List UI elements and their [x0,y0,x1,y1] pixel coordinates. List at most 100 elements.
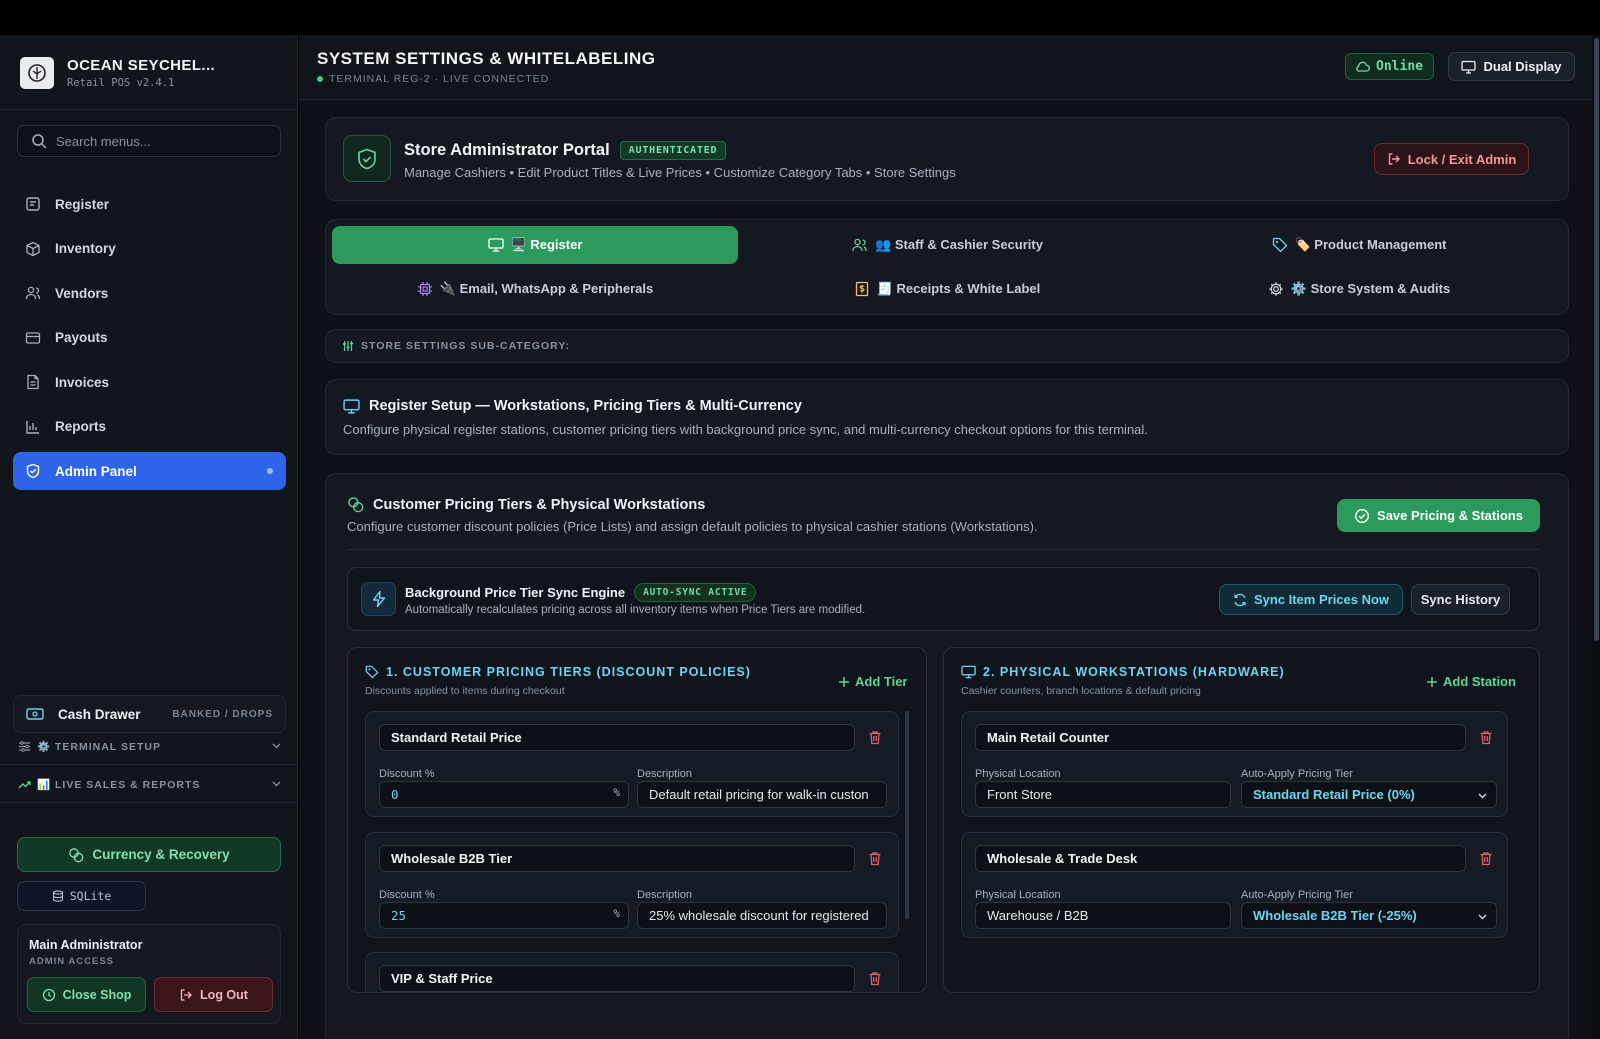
sidebar-item-label: Invoices [55,374,110,390]
sidebar-item-inventory[interactable]: Inventory [13,230,286,268]
tab-staff-security[interactable]: 👥 Staff & Cashier Security [744,226,1150,264]
trash-icon[interactable] [868,851,882,866]
section-terminal-setup[interactable]: ⚙️ TERMINAL SETUP [18,735,282,757]
save-pricing-button[interactable]: Save Pricing & Stations [1337,499,1540,532]
sidebar-item-reports[interactable]: Reports [13,408,286,446]
sidebar: OCEAN SEYCHEL... Retail POS v2.4.1 Regis… [0,35,298,1039]
pricing-tier-card: Standard Retail Price Discount % 0 % Des… [365,711,899,817]
dual-display-label: Dual Display [1483,59,1562,74]
trash-icon[interactable] [1479,851,1493,866]
page-scrollbar-thumb[interactable] [1594,38,1599,641]
add-station-button[interactable]: Add Station [1426,674,1516,689]
monitor-icon [1461,60,1477,74]
brand-name: OCEAN SEYCHEL... [67,57,216,74]
save-pricing-label: Save Pricing & Stations [1377,508,1523,523]
search-input[interactable] [56,133,266,149]
tier-name-input[interactable]: VIP & Staff Price [379,965,855,992]
subcategory-label: STORE SETTINGS SUB-CATEGORY: [361,340,571,352]
discount-input[interactable]: 25 % [379,902,629,929]
lock-exit-label: Lock / Exit Admin [1407,151,1517,167]
location-input[interactable]: Warehouse / B2B [975,902,1231,929]
discount-value: 0 [391,787,399,802]
refresh-icon [1234,593,1246,606]
description-input[interactable]: 25% wholesale discount for registered [637,902,887,929]
user-role: ADMIN ACCESS [29,956,115,967]
pricing-title: Customer Pricing Tiers & Physical Workst… [347,496,705,513]
auto-sync-badge: AUTO-SYNC ACTIVE [634,583,757,602]
section-live-sales[interactable]: 📊 LIVE SALES & REPORTS [18,773,282,795]
discount-input[interactable]: 0 % [379,781,629,808]
currency-recovery-button[interactable]: Currency & Recovery [17,837,281,872]
sidebar-nav: Register Inventory Vendors Payouts Invoi… [13,185,286,497]
coins-icon [69,847,84,862]
trash-icon[interactable] [1479,730,1493,745]
sync-engine-icon [361,582,396,616]
search-icon [32,134,47,149]
online-status-button[interactable]: Online [1345,53,1434,80]
sync-history-button[interactable]: Sync History [1411,584,1510,615]
tier-name-input[interactable]: Wholesale B2B Tier [379,845,855,872]
close-shop-button[interactable]: Close Shop [27,977,146,1012]
sync-engine-title-text: Background Price Tier Sync Engine [405,585,626,600]
logout-button[interactable]: Log Out [154,977,273,1012]
tab-label: ⚙️ Store System & Audits [1290,281,1451,296]
database-badge[interactable]: SQLite [17,881,146,911]
pricing-description: Configure customer discount policies (Pr… [347,519,1038,534]
register-setup-title-text: Register Setup — Workstations, Pricing T… [369,398,802,414]
trash-icon[interactable] [868,730,882,745]
description-label: Description [637,768,693,780]
bolt-icon [372,590,385,608]
location-input[interactable]: Front Store [975,781,1231,808]
add-tier-button[interactable]: Add Tier [838,674,908,689]
tab-receipts-white-label[interactable]: 🧾 Receipts & White Label [744,270,1150,308]
brand[interactable]: OCEAN SEYCHEL... Retail POS v2.4.1 [20,57,215,89]
admin-portal-panel: Store Administrator Portal AUTHENTICATED… [325,117,1569,201]
active-indicator [267,468,273,474]
add-tier-label: Add Tier [855,674,908,689]
sidebar-item-label: Reports [55,419,107,434]
users-icon [852,238,867,252]
description-input[interactable]: Default retail pricing for walk-in custo… [637,781,887,808]
sidebar-item-invoices[interactable]: Invoices [13,363,286,401]
register-setup-description: Configure physical register stations, cu… [343,422,1148,437]
receipt-icon [855,281,868,297]
tier-name-input[interactable]: Standard Retail Price [379,724,855,751]
tab-store-system-audits[interactable]: ⚙️ Store System & Audits [1156,270,1562,308]
settings-tabs: 🖥️ Register 👥 Staff & Cashier Security 🏷… [325,219,1569,315]
box-icon [26,241,40,256]
pricing-tier-select[interactable]: Standard Retail Price (0%) [1241,781,1497,808]
clock-icon [42,988,55,1001]
subcategory-bar: STORE SETTINGS SUB-CATEGORY: [325,329,1569,363]
sync-now-label: Sync Item Prices Now [1253,592,1390,607]
cash-drawer-label: Cash Drawer [58,706,141,722]
sidebar-item-register[interactable]: Register [13,185,286,223]
window-top-bar [0,0,1600,35]
pricing-tier-select[interactable]: Wholesale B2B Tier (-25%) [1241,902,1497,929]
tab-product-management[interactable]: 🏷️ Product Management [1156,226,1562,264]
search-box[interactable] [17,125,281,157]
tab-label: 🧾 Receipts & White Label [876,281,1041,296]
station-name-input[interactable]: Main Retail Counter [975,724,1466,751]
sync-engine-box: Background Price Tier Sync Engine AUTO-S… [347,567,1540,631]
tiers-scrollbar[interactable] [905,711,909,919]
trash-icon[interactable] [868,971,882,986]
sidebar-item-payouts[interactable]: Payouts [13,319,286,357]
cash-drawer-button[interactable]: Cash Drawer BANKED / DROPS [13,695,286,733]
sidebar-item-admin-panel[interactable]: Admin Panel [13,452,286,490]
close-shop-label: Close Shop [62,987,132,1002]
pricing-tiers-column: 1. CUSTOMER PRICING TIERS (DISCOUNT POLI… [347,647,927,993]
chip-icon [417,282,432,296]
dual-display-button[interactable]: Dual Display [1448,52,1575,81]
brand-logo [20,57,54,89]
register-icon [26,197,40,211]
pricing-workstations-panel: Customer Pricing Tiers & Physical Workst… [325,473,1569,1039]
sync-item-prices-button[interactable]: Sync Item Prices Now [1219,584,1403,615]
sidebar-item-vendors[interactable]: Vendors [13,274,286,312]
station-name-input[interactable]: Wholesale & Trade Desk [975,845,1466,872]
plus-icon [839,676,849,687]
lock-exit-admin-button[interactable]: Lock / Exit Admin [1374,143,1529,175]
discount-label: Discount % [379,768,435,780]
pricing-tiers-title: 1. CUSTOMER PRICING TIERS (DISCOUNT POLI… [365,665,751,679]
tab-register[interactable]: 🖥️ Register [332,226,738,264]
tab-email-peripherals[interactable]: 🔌 Email, WhatsApp & Peripherals [332,270,738,308]
